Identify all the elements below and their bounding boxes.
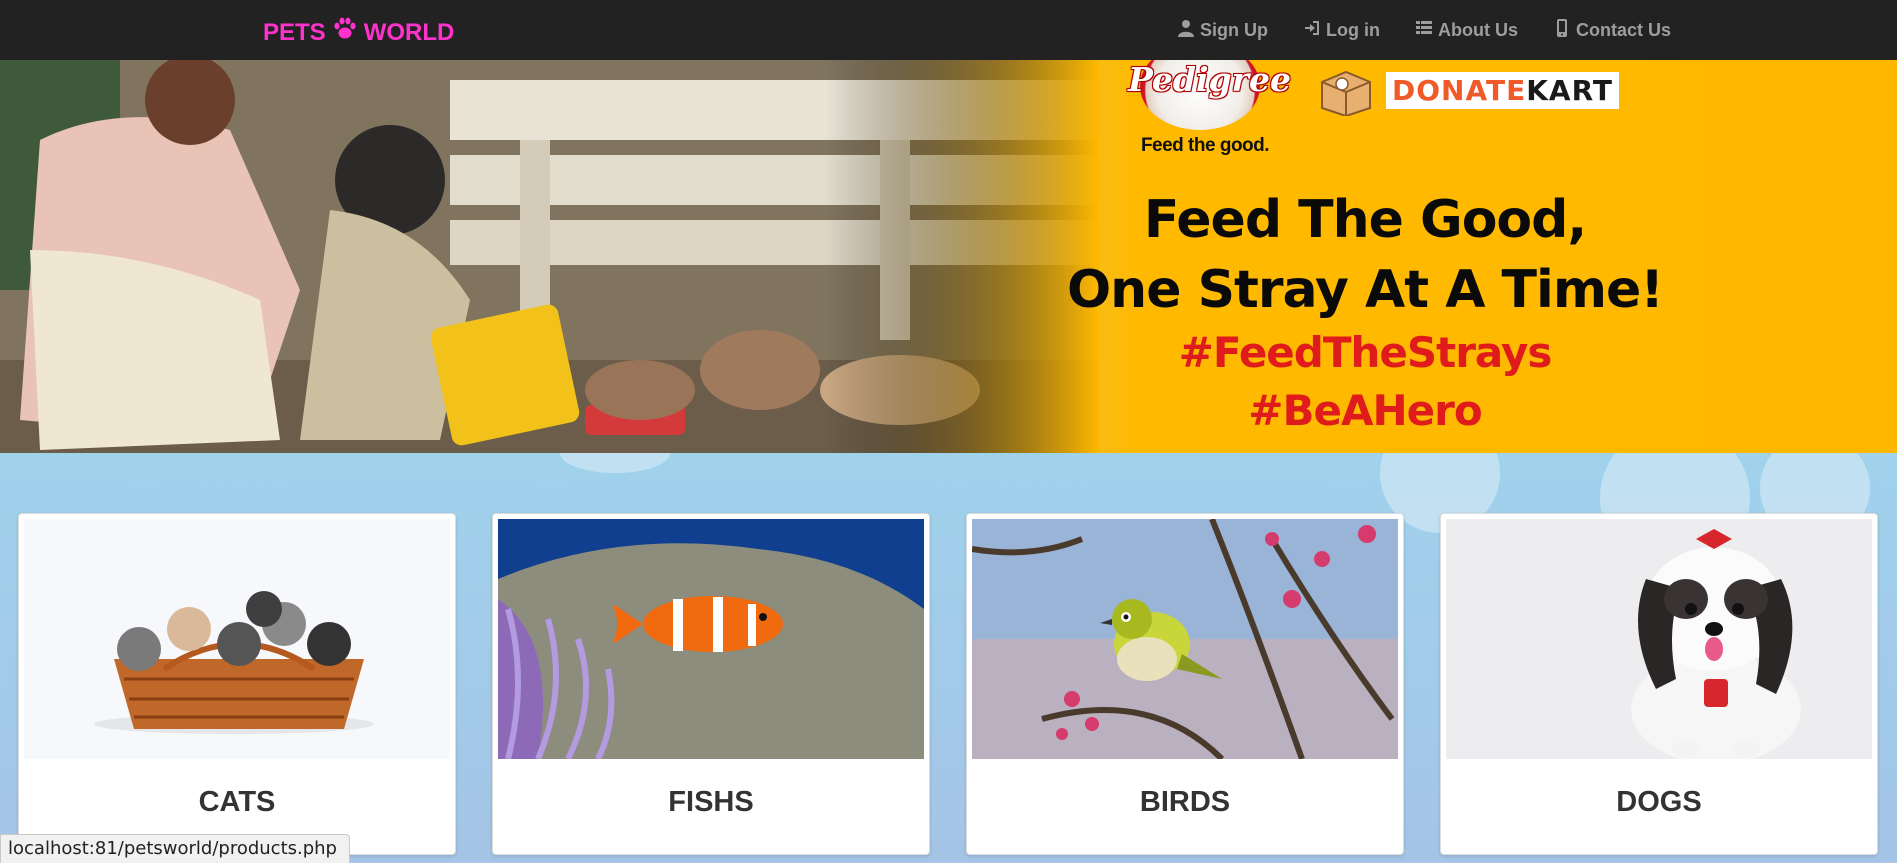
category-title-cats: CATS bbox=[198, 786, 276, 818]
category-card-cats[interactable]: CATS bbox=[18, 513, 456, 855]
category-card-birds[interactable]: BIRDS bbox=[966, 513, 1404, 855]
pedigree-tagline: Feed the good. bbox=[1140, 135, 1270, 156]
feeding-strays-photo bbox=[0, 60, 1100, 453]
nav-sign-up-label: Sign Up bbox=[1200, 19, 1268, 40]
cats-image bbox=[24, 519, 450, 759]
nav-about-us-label: About Us bbox=[1437, 19, 1518, 40]
donatekart-logo: DONATEKART bbox=[1386, 72, 1619, 109]
hero-banner: Pedigree Feed the good. DONATEKART Feed … bbox=[0, 60, 1897, 453]
banner-headline-line1: Feed The Good, bbox=[1143, 190, 1587, 250]
nav-about-us[interactable]: About Us bbox=[1398, 0, 1536, 60]
brand-text-pets: PETS bbox=[263, 18, 326, 46]
nav-contact-us[interactable]: Contact Us bbox=[1536, 0, 1689, 60]
donatekart-logo-part1: DONATE bbox=[1392, 74, 1527, 107]
log-in-icon bbox=[1304, 19, 1320, 42]
nav-contact-us-label: Contact Us bbox=[1575, 19, 1671, 40]
banner-hashtag-beahero: #BeAHero bbox=[1248, 386, 1482, 435]
category-section: CATS FISHS BIRDS DOGS bbox=[0, 453, 1897, 862]
category-title-dogs: DOGS bbox=[1616, 786, 1702, 818]
category-card-fishs[interactable]: FISHS bbox=[492, 513, 930, 855]
dogs-image bbox=[1446, 519, 1872, 759]
donatekart-box-icon bbox=[1321, 70, 1371, 116]
donatekart-logo-part2: KART bbox=[1526, 74, 1613, 107]
paw-icon bbox=[332, 16, 358, 49]
banner-headline-line2: One Stray At A Time! bbox=[1066, 260, 1664, 320]
birds-image bbox=[972, 519, 1398, 759]
nav-log-in-label: Log in bbox=[1326, 19, 1380, 40]
user-icon bbox=[1178, 19, 1194, 42]
brand-text-world: WORLD bbox=[363, 18, 455, 46]
category-title-fishs: FISHS bbox=[668, 786, 754, 818]
pedigree-logo-text: Pedigree bbox=[1128, 60, 1291, 99]
top-navbar: PETS WORLD Sign Up Log in About Us Conta… bbox=[0, 0, 1897, 61]
fishs-image bbox=[498, 519, 924, 759]
bokeh-decoration bbox=[560, 453, 670, 473]
category-card-dogs[interactable]: DOGS bbox=[1440, 513, 1878, 855]
nav-sign-up[interactable]: Sign Up bbox=[1160, 0, 1286, 60]
category-title-birds: BIRDS bbox=[1139, 786, 1231, 818]
banner-hashtag-feedthestrays: #FeedTheStrays bbox=[1178, 328, 1553, 377]
phone-icon bbox=[1554, 18, 1570, 42]
list-icon bbox=[1415, 19, 1432, 42]
browser-status-bar-url: localhost:81/petsworld/products.php bbox=[0, 834, 350, 863]
nav-menu: Sign Up Log in About Us Contact Us bbox=[1160, 0, 1689, 60]
brand-logo[interactable]: PETS WORLD bbox=[263, 16, 454, 49]
nav-log-in[interactable]: Log in bbox=[1286, 0, 1398, 60]
